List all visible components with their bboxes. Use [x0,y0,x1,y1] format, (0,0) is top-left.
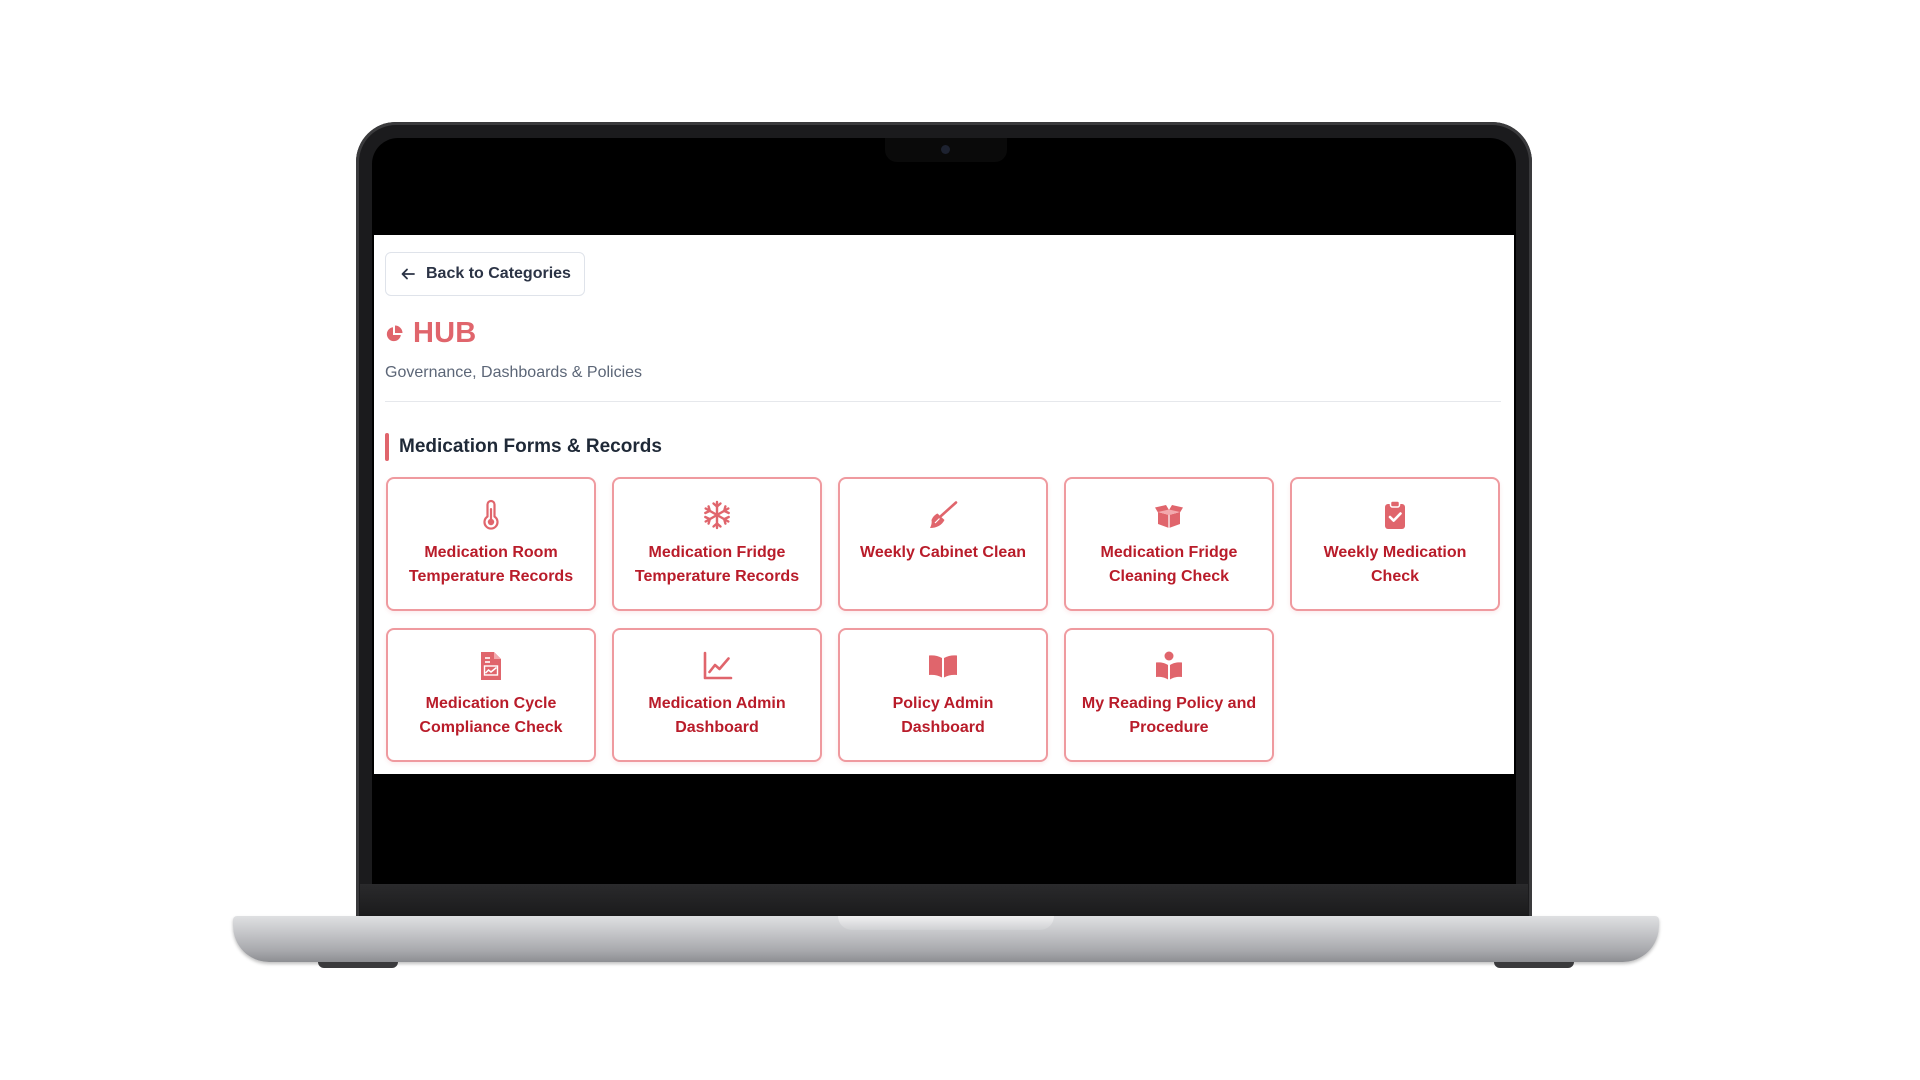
card-medication-fridge-temperature-records[interactable]: Medication Fridge Temperature Records [612,477,822,611]
card-my-reading-policy-and-procedure[interactable]: My Reading Policy and Procedure [1064,628,1274,762]
card-medication-fridge-cleaning-check[interactable]: Medication Fridge Cleaning Check [1064,477,1274,611]
thermometer-icon [483,499,499,530]
card-weekly-medication-check[interactable]: Weekly Medication Check [1290,477,1500,611]
line-chart-icon [703,651,733,680]
back-button-label: Back to Categories [426,265,571,282]
card-medication-admin-dashboard[interactable]: Medication Admin Dashboard [612,628,822,762]
document-chart-icon [481,652,501,680]
laptop-opening-lip [838,916,1054,930]
card-medication-cycle-compliance-check[interactable]: Medication Cycle Compliance Check [386,628,596,762]
open-book-icon [929,655,957,678]
card-label: Policy Admin Dashboard [892,695,994,736]
open-box-icon [1155,505,1183,528]
app-screen: Back to Categories HUB Governance, Dashb… [374,235,1514,774]
broom-icon [930,501,958,528]
header-divider [385,401,1501,402]
card-label: Weekly Cabinet Clean [860,544,1026,561]
snowflake-icon [704,500,730,530]
card-label: Medication Room Temperature Records [408,544,574,585]
page-title-text: HUB [413,317,477,349]
card-label: Medication Cycle Compliance Check [419,695,563,736]
card-label: Medication Fridge Temperature Records [634,544,800,585]
card-policy-admin-dashboard[interactable]: Policy Admin Dashboard [838,628,1048,762]
webcam-icon [941,145,950,154]
section-heading-text: Medication Forms & Records [399,436,662,457]
page-subtitle: Governance, Dashboards & Policies [385,364,643,381]
section-accent-bar [385,433,389,461]
back-to-categories-button[interactable]: Back to Categories [385,252,585,296]
pie-chart-icon [386,325,403,341]
clipboard-check-icon [1385,500,1405,529]
laptop-foot-right [1494,962,1574,968]
card-label: Medication Admin Dashboard [648,695,786,736]
card-label: Medication Fridge Cleaning Check [1100,544,1238,585]
laptop-hinge [360,884,1528,918]
section-heading: Medication Forms & Records [385,433,662,461]
card-medication-room-temperature-records[interactable]: Medication Room Temperature Records [386,477,596,611]
laptop-foot-left [318,962,398,968]
page-title: HUB [385,317,476,350]
arrow-left-icon [401,268,415,280]
card-label: My Reading Policy and Procedure [1081,695,1257,736]
card-label: Weekly Medication Check [1323,544,1467,585]
card-weekly-cabinet-clean[interactable]: Weekly Cabinet Clean [838,477,1048,611]
book-reader-icon [1156,651,1182,680]
forms-grid: Medication Room Temperature Records Medi… [386,477,1500,762]
